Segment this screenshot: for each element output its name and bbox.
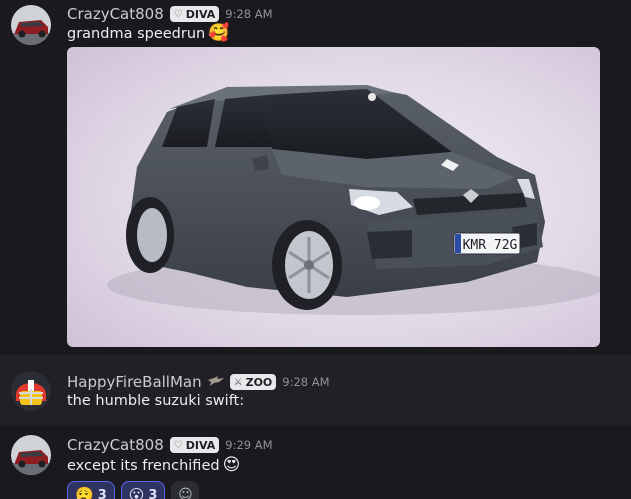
guild-tag[interactable]: ⚔ ZOO (229, 374, 277, 390)
message-text: the humble suzuki swift: (67, 393, 245, 409)
timestamp[interactable]: 9:28 AM (282, 375, 329, 389)
message-2: HappyFireBallMan ⚔ ZOO 9:28 AM the humbl… (0, 355, 631, 425)
helmet-avatar-image (11, 371, 51, 411)
avatar[interactable] (11, 435, 51, 475)
guild-tag-label: ZOO (245, 375, 273, 389)
red-car-avatar-image (11, 5, 51, 45)
timestamp[interactable]: 9:29 AM (225, 438, 272, 452)
guild-tag[interactable]: ♡ DIVA (169, 437, 220, 453)
avatar[interactable] (11, 371, 51, 411)
username[interactable]: CrazyCat808 (67, 436, 164, 454)
car-render-image: KMR 72G (67, 47, 600, 347)
image-attachment[interactable]: KMR 72G (67, 47, 600, 347)
guild-tag-label: DIVA (185, 438, 216, 452)
guild-tag[interactable]: ♡ DIVA (169, 6, 220, 22)
reaction-count: 3 (148, 487, 158, 499)
heart-icon: ♡ (173, 8, 183, 20)
avatar[interactable] (11, 5, 51, 45)
message-1: CrazyCat808 ♡ DIVA 9:28 AM grandma speed… (0, 0, 631, 355)
message-text: grandma speedrun (67, 25, 206, 42)
add-reaction-button[interactable]: ☺ (171, 481, 200, 499)
guild-tag-label: DIVA (185, 7, 216, 21)
heart-icon: ♡ (173, 439, 183, 451)
username[interactable]: CrazyCat808 (67, 5, 164, 23)
message-text: except its frenchified (67, 457, 220, 474)
red-car-avatar-image (11, 435, 51, 475)
license-plate-text: KMR 72G (463, 238, 518, 253)
username[interactable]: HappyFireBallMan (67, 373, 202, 391)
smiley-add-icon: ☺ (178, 487, 193, 499)
sigh-emoji: 😮‍💨 (75, 486, 94, 499)
timestamp[interactable]: 9:28 AM (225, 7, 272, 21)
smiling-hearts-emoji[interactable]: 🥰 (208, 25, 229, 42)
eagle-icon (207, 375, 224, 389)
reaction-count: 3 (97, 487, 107, 499)
heart-eyes-emoji[interactable]: 😍 (223, 457, 241, 474)
surprised-emoji: 😮 (128, 486, 145, 499)
reactions-bar: 😮‍💨 3 😮 3 ☺ (67, 481, 200, 499)
swords-icon: ⚔ (233, 376, 243, 388)
reaction-sigh[interactable]: 😮‍💨 3 (67, 481, 115, 499)
reaction-surprised[interactable]: 😮 3 (120, 481, 166, 499)
